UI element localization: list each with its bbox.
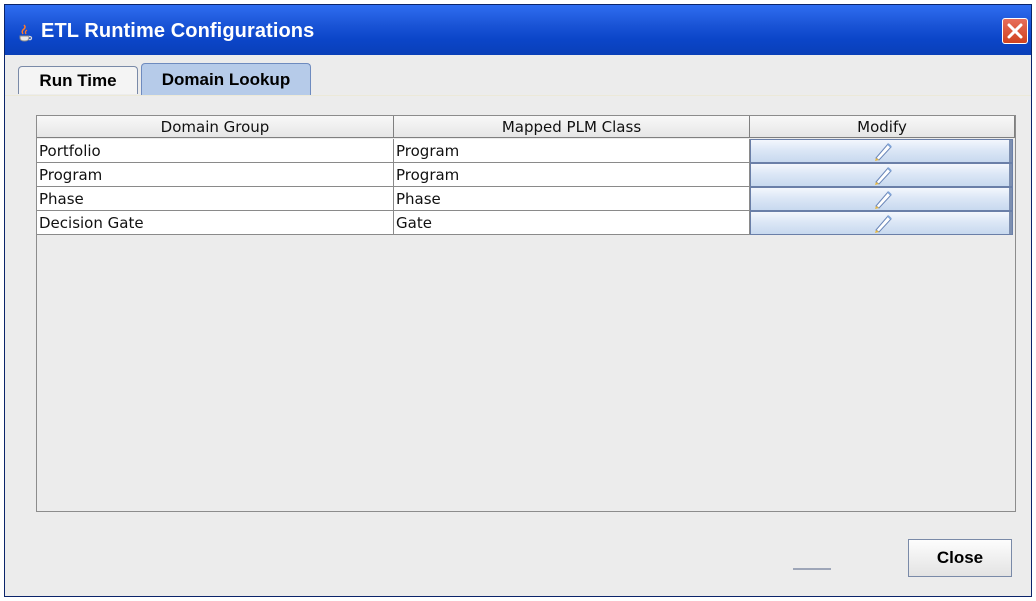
modify-button[interactable] [750, 211, 1013, 235]
table-row[interactable]: Phase Phase [37, 187, 1015, 211]
modify-button[interactable] [750, 163, 1013, 187]
cell-domain-group[interactable]: Phase [37, 187, 394, 211]
java-cup-icon [19, 24, 33, 42]
tab-strip: Run Time Domain Lookup [5, 55, 1031, 146]
divider [793, 568, 831, 570]
cell-domain-group[interactable]: Program [37, 163, 394, 187]
tab-domain-lookup[interactable]: Domain Lookup [141, 63, 311, 95]
tab-run-time[interactable]: Run Time [18, 66, 138, 94]
title-bar[interactable]: ETL Runtime Configurations [5, 5, 1031, 55]
modify-button[interactable] [750, 187, 1013, 211]
edit-pen-icon [874, 143, 892, 161]
table-row[interactable]: Decision Gate Gate [37, 211, 1015, 235]
close-icon [1007, 23, 1023, 39]
cell-mapped-plm-class[interactable]: Program [394, 163, 750, 187]
edit-pen-icon [874, 167, 892, 185]
table-row[interactable]: Program Program [37, 163, 1015, 187]
column-header-modify[interactable]: Modify [750, 116, 1015, 138]
cell-domain-group[interactable]: Decision Gate [37, 211, 394, 235]
modify-button[interactable] [750, 139, 1013, 163]
table-row[interactable]: Portfolio Program [37, 139, 1015, 163]
domain-lookup-table: Domain Group Mapped PLM Class Modify Por… [36, 115, 1016, 512]
column-header-domain-group[interactable]: Domain Group [37, 116, 394, 138]
cell-mapped-plm-class[interactable]: Program [394, 139, 750, 163]
column-header-mapped-plm-class[interactable]: Mapped PLM Class [394, 116, 750, 138]
cell-mapped-plm-class[interactable]: Gate [394, 211, 750, 235]
cell-mapped-plm-class[interactable]: Phase [394, 187, 750, 211]
cell-domain-group[interactable]: Portfolio [37, 139, 394, 163]
edit-pen-icon [874, 191, 892, 209]
edit-pen-icon [874, 215, 892, 233]
window-close-button[interactable] [1002, 18, 1028, 44]
etl-runtime-window: ETL Runtime Configurations Run Time Doma… [4, 4, 1032, 597]
tab-content-domain-lookup: Domain Group Mapped PLM Class Modify Por… [5, 96, 1031, 596]
table-header: Domain Group Mapped PLM Class Modify [37, 116, 1015, 139]
window-title: ETL Runtime Configurations [41, 20, 315, 42]
close-button[interactable]: Close [908, 539, 1012, 577]
